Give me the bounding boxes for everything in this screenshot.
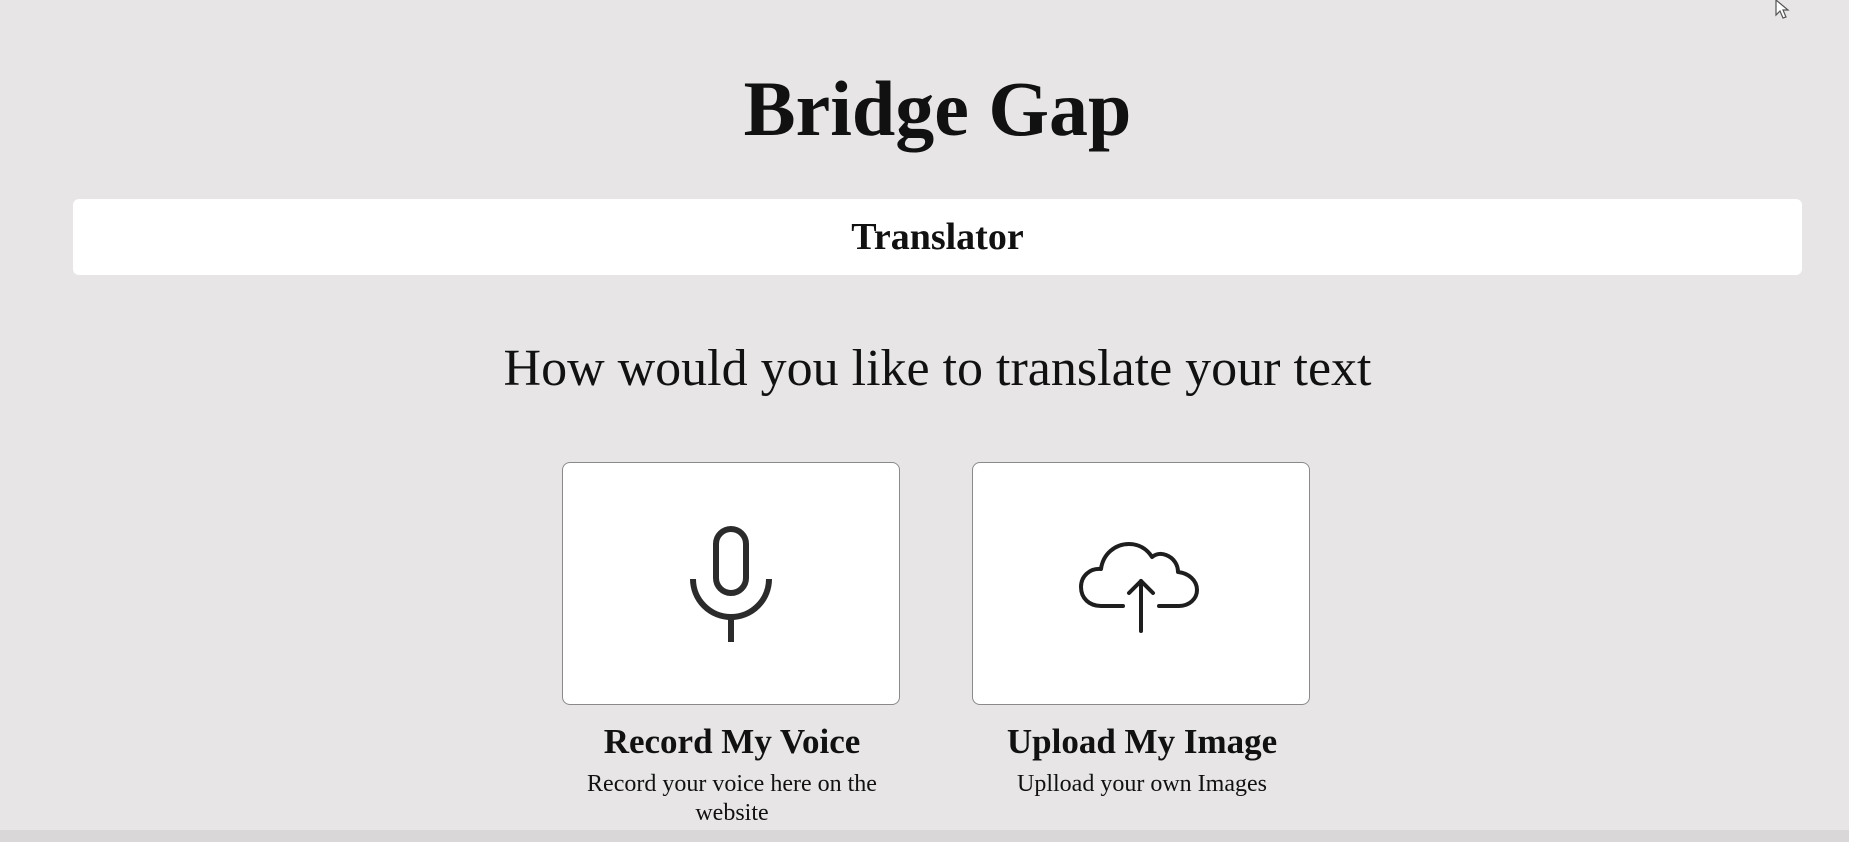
cloud-upload-icon (1079, 541, 1199, 633)
translate-prompt: How would you like to translate your tex… (503, 340, 1372, 397)
nav-item-translator[interactable]: Translator (851, 215, 1023, 259)
record-voice-title: Record My Voice (603, 722, 861, 761)
record-voice-option: Record My Voice Record your voice here o… (562, 462, 902, 828)
record-voice-description: Record your voice here on the website (587, 771, 877, 826)
upload-image-button[interactable] (972, 462, 1310, 705)
record-voice-button[interactable] (562, 462, 900, 705)
nav-bar: Translator (73, 199, 1802, 275)
page-title: Bridge Gap (743, 65, 1132, 152)
microphone-icon (690, 525, 772, 642)
bottom-edge-bar (0, 830, 1849, 842)
mouse-cursor-icon (1775, 0, 1790, 19)
upload-image-option: Upload My Image Uplload your own Images (972, 462, 1312, 799)
upload-image-description: Uplload your own Images (1017, 771, 1267, 797)
upload-image-title: Upload My Image (1006, 722, 1278, 761)
